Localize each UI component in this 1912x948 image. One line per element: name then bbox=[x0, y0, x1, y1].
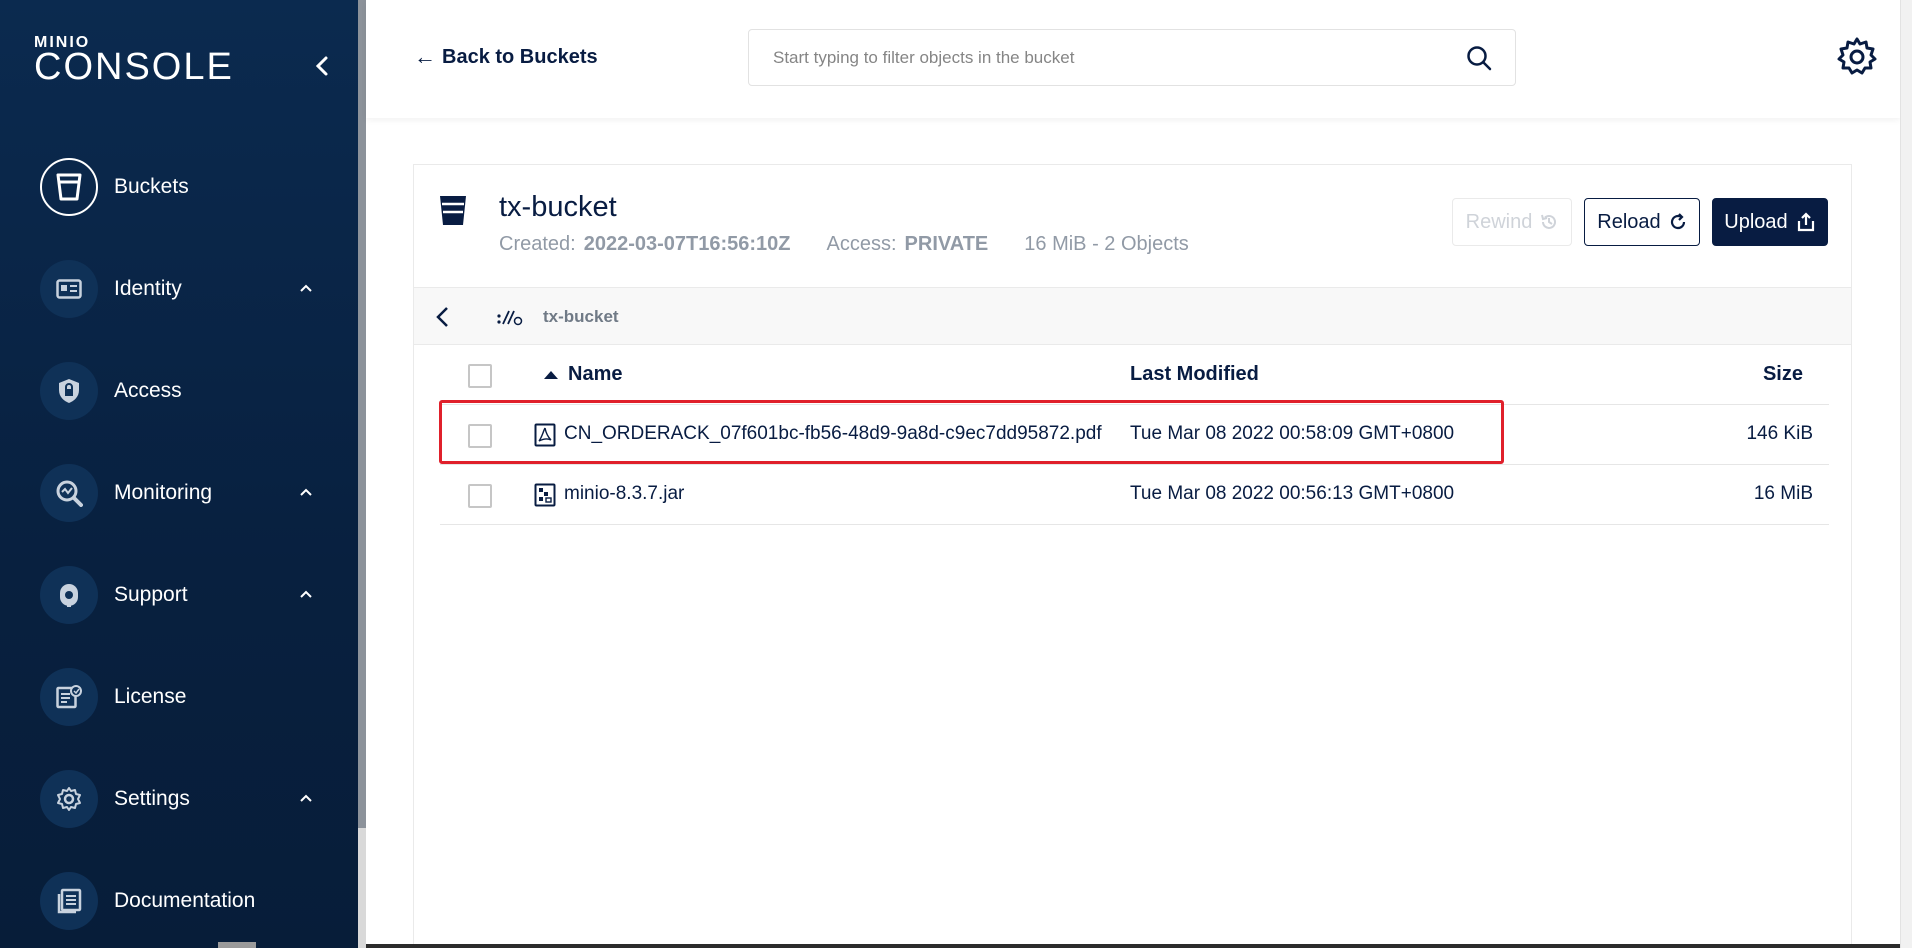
sidebar-item-label: Identity bbox=[114, 277, 182, 300]
sidebar-item-identity[interactable]: Identity bbox=[40, 259, 340, 319]
row-checkbox[interactable] bbox=[468, 424, 492, 448]
sidebar-scrollbar-thumb[interactable] bbox=[358, 0, 366, 828]
documentation-icon bbox=[40, 872, 98, 930]
object-name: minio-8.3.7.jar bbox=[564, 483, 685, 504]
chevron-up-icon[interactable] bbox=[298, 281, 314, 295]
gear-icon[interactable] bbox=[1836, 36, 1878, 78]
sidebar-item-access[interactable]: Access bbox=[40, 361, 340, 421]
sidebar-item-label: Monitoring bbox=[114, 481, 213, 504]
back-label: Back to Buckets bbox=[442, 45, 598, 68]
archive-file-icon bbox=[534, 483, 556, 507]
rewind-button[interactable]: Rewind bbox=[1452, 198, 1572, 246]
breadcrumb: tx-bucket bbox=[414, 287, 1851, 345]
table-header: Name Last Modified Size bbox=[440, 345, 1829, 405]
sidebar-item-buckets[interactable]: Buckets bbox=[40, 157, 340, 217]
chevron-up-icon[interactable] bbox=[298, 587, 314, 601]
breadcrumb-current[interactable]: tx-bucket bbox=[543, 307, 619, 327]
bottom-border bbox=[366, 944, 1900, 948]
support-icon bbox=[40, 566, 98, 624]
bucket-panel: tx-bucket Created: 2022-03-07T16:56:10Z … bbox=[413, 164, 1852, 948]
sidebar-item-label: License bbox=[114, 685, 187, 708]
chevron-up-icon[interactable] bbox=[298, 791, 314, 805]
sidebar-item-license[interactable]: License bbox=[40, 667, 340, 727]
column-header-name[interactable]: Name bbox=[568, 363, 622, 386]
upload-label: Upload bbox=[1724, 210, 1788, 233]
sidebar-item-monitoring[interactable]: Monitoring bbox=[40, 463, 340, 523]
created-label: Created: bbox=[499, 233, 576, 255]
upload-button[interactable]: Upload bbox=[1712, 198, 1828, 246]
sidebar-item-label: Buckets bbox=[114, 175, 189, 198]
refresh-icon bbox=[1670, 213, 1685, 230]
reload-label: Reload bbox=[1597, 210, 1661, 233]
chevron-left-icon[interactable] bbox=[432, 304, 454, 330]
sidebar: MINIO CONSOLE Buckets Identity Access Mo… bbox=[0, 0, 358, 948]
object-last-modified: Tue Mar 08 2022 00:56:13 GMT+0800 bbox=[1130, 483, 1455, 504]
back-to-buckets-link[interactable]: ← Back to Buckets bbox=[414, 44, 598, 70]
column-header-size[interactable]: Size bbox=[1763, 363, 1803, 386]
sidebar-item-settings[interactable]: Settings bbox=[40, 769, 340, 829]
history-icon bbox=[1541, 214, 1557, 229]
object-last-modified: Tue Mar 08 2022 00:58:09 GMT+0800 bbox=[1130, 423, 1455, 444]
search-input[interactable] bbox=[749, 30, 1449, 85]
sidebar-item-label: Documentation bbox=[114, 889, 256, 912]
bucket-icon bbox=[440, 196, 466, 225]
rewind-label: Rewind bbox=[1465, 210, 1533, 233]
logo-big-text: CONSOLE bbox=[34, 46, 234, 88]
object-size: 146 KiB bbox=[1746, 423, 1813, 444]
row-checkbox[interactable] bbox=[468, 484, 492, 508]
pdf-file-icon bbox=[534, 423, 556, 447]
license-icon bbox=[40, 668, 98, 726]
horizontal-scroll-thumb[interactable] bbox=[218, 942, 256, 948]
upload-icon bbox=[1797, 212, 1814, 232]
search-box bbox=[748, 29, 1516, 86]
access-value: PRIVATE bbox=[904, 233, 989, 255]
id-card-icon bbox=[40, 260, 98, 318]
object-name: CN_ORDERACK_07f601bc-fb56-48d9-9a8d-c9ec… bbox=[564, 423, 1102, 444]
gear-icon bbox=[40, 770, 98, 828]
access-label: Access: bbox=[826, 233, 897, 255]
minio-console-logo[interactable]: MINIO CONSOLE bbox=[34, 35, 234, 88]
sidebar-scrollbar-track[interactable] bbox=[358, 828, 366, 948]
reload-button[interactable]: Reload bbox=[1584, 198, 1700, 246]
sidebar-item-documentation[interactable]: Documentation bbox=[40, 871, 340, 931]
top-header: ← Back to Buckets bbox=[366, 0, 1900, 118]
created-value: 2022-03-07T16:56:10Z bbox=[583, 233, 791, 255]
bucket-summary: 16 MiB - 2 Objects bbox=[1024, 233, 1189, 255]
arrow-left-icon: ← bbox=[414, 44, 436, 69]
chevron-up-icon[interactable] bbox=[298, 485, 314, 499]
table-row[interactable]: CN_ORDERACK_07f601bc-fb56-48d9-9a8d-c9ec… bbox=[440, 405, 1829, 465]
objects-table: Name Last Modified Size CN_ORDERACK_07f6… bbox=[440, 345, 1829, 525]
chevron-left-icon bbox=[315, 56, 328, 76]
lock-shield-icon bbox=[40, 362, 98, 420]
sidebar-item-label: Settings bbox=[114, 787, 190, 810]
sidebar-item-support[interactable]: Support bbox=[40, 565, 340, 625]
sort-asc-icon[interactable] bbox=[544, 371, 558, 379]
object-size: 16 MiB bbox=[1753, 483, 1813, 504]
bucket-icon bbox=[40, 158, 98, 216]
bucket-title: tx-bucket bbox=[499, 191, 617, 223]
select-all-checkbox[interactable] bbox=[468, 364, 492, 388]
search-icon[interactable] bbox=[1465, 44, 1493, 72]
column-header-last-modified[interactable]: Last Modified bbox=[1130, 363, 1259, 386]
bucket-meta: Created: 2022-03-07T16:56:10Z Access: PR… bbox=[499, 233, 1189, 256]
root-path-icon[interactable] bbox=[496, 308, 524, 326]
sidebar-item-label: Access bbox=[114, 379, 182, 402]
page-scrollbar[interactable] bbox=[1900, 0, 1912, 948]
collapse-sidebar-button[interactable] bbox=[310, 52, 334, 80]
table-row[interactable]: minio-8.3.7.jar Tue Mar 08 2022 00:56:13… bbox=[440, 465, 1829, 525]
monitoring-search-icon bbox=[40, 464, 98, 522]
sidebar-item-label: Support bbox=[114, 583, 188, 606]
